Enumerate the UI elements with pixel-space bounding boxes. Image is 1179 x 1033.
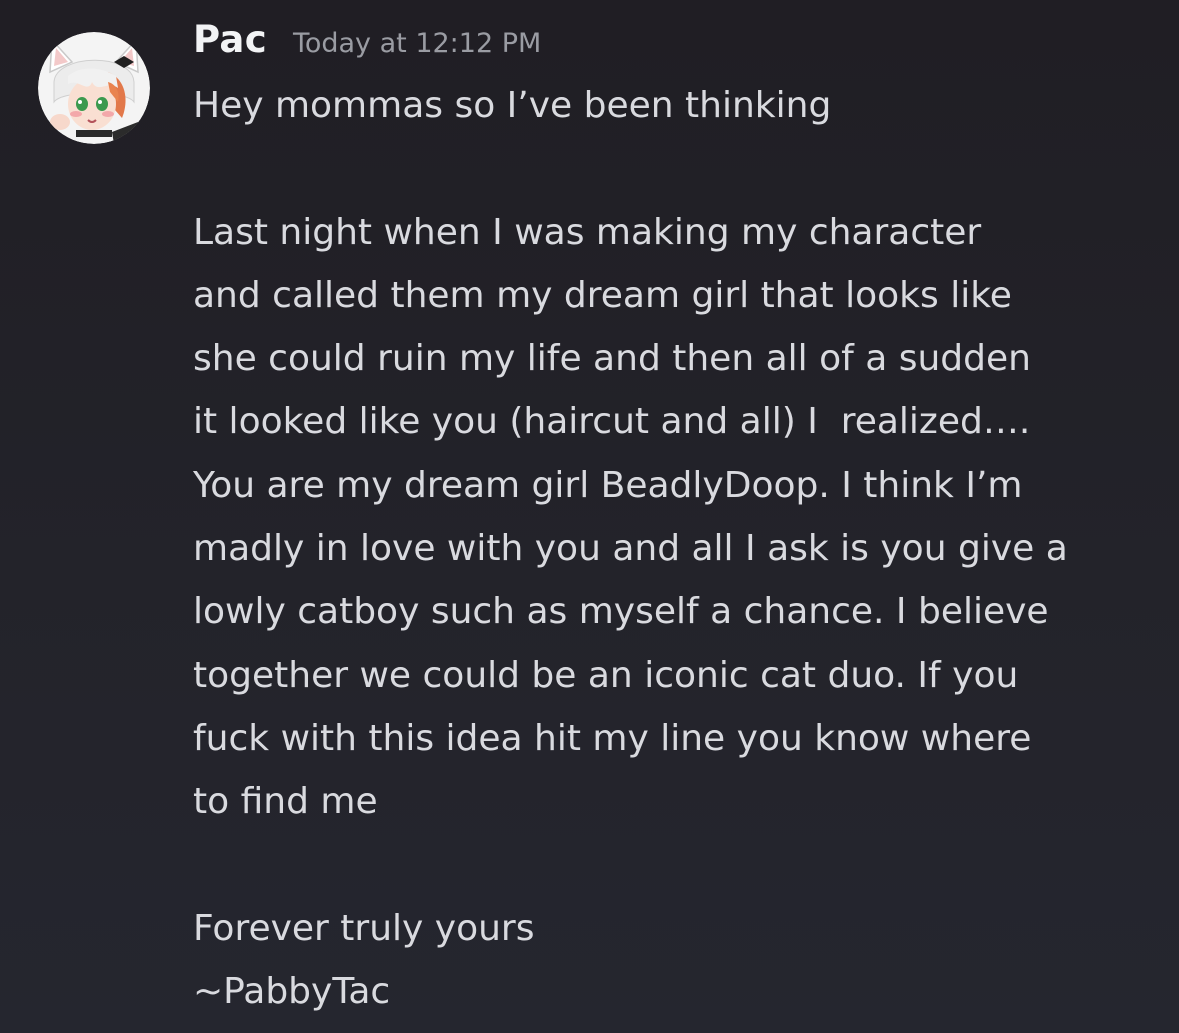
message-line: it looked like you (haircut and all) I r… bbox=[193, 401, 1031, 443]
message-line: and called them my dream girl that looks… bbox=[193, 274, 1012, 316]
message-line: Forever truly yours bbox=[193, 907, 535, 949]
message-line: lowly catboy such as myself a chance. I … bbox=[193, 591, 1049, 633]
user-avatar[interactable] bbox=[38, 32, 150, 144]
message-line bbox=[193, 834, 1168, 897]
message-content: Hey mommas so I’ve been thinking Last ni… bbox=[193, 74, 1168, 1023]
message-line bbox=[193, 137, 1168, 200]
chat-message: Pac Today at 12:12 PM Hey mommas so I’ve… bbox=[0, 0, 1179, 1033]
message-header: Pac Today at 12:12 PM bbox=[193, 18, 541, 61]
timestamp: Today at 12:12 PM bbox=[292, 28, 542, 59]
catboy-avatar-icon bbox=[38, 32, 150, 144]
message-line: fuck with this idea hit my line you know… bbox=[193, 717, 1032, 759]
message-line: Last night when I was making my characte… bbox=[193, 211, 982, 253]
username[interactable]: Pac bbox=[193, 18, 267, 61]
message-line: she could ruin my life and then all of a… bbox=[193, 338, 1031, 380]
message-line: to find me bbox=[193, 781, 378, 823]
message-line: together we could be an iconic cat duo. … bbox=[193, 654, 1019, 696]
message-line: ~PabbyTac bbox=[193, 971, 391, 1013]
message-line: madly in love with you and all I ask is … bbox=[193, 528, 1068, 570]
message-line: You are my dream girl BeadlyDoop. I thin… bbox=[193, 464, 1023, 506]
message-line: Hey mommas so I’ve been thinking bbox=[193, 85, 832, 126]
